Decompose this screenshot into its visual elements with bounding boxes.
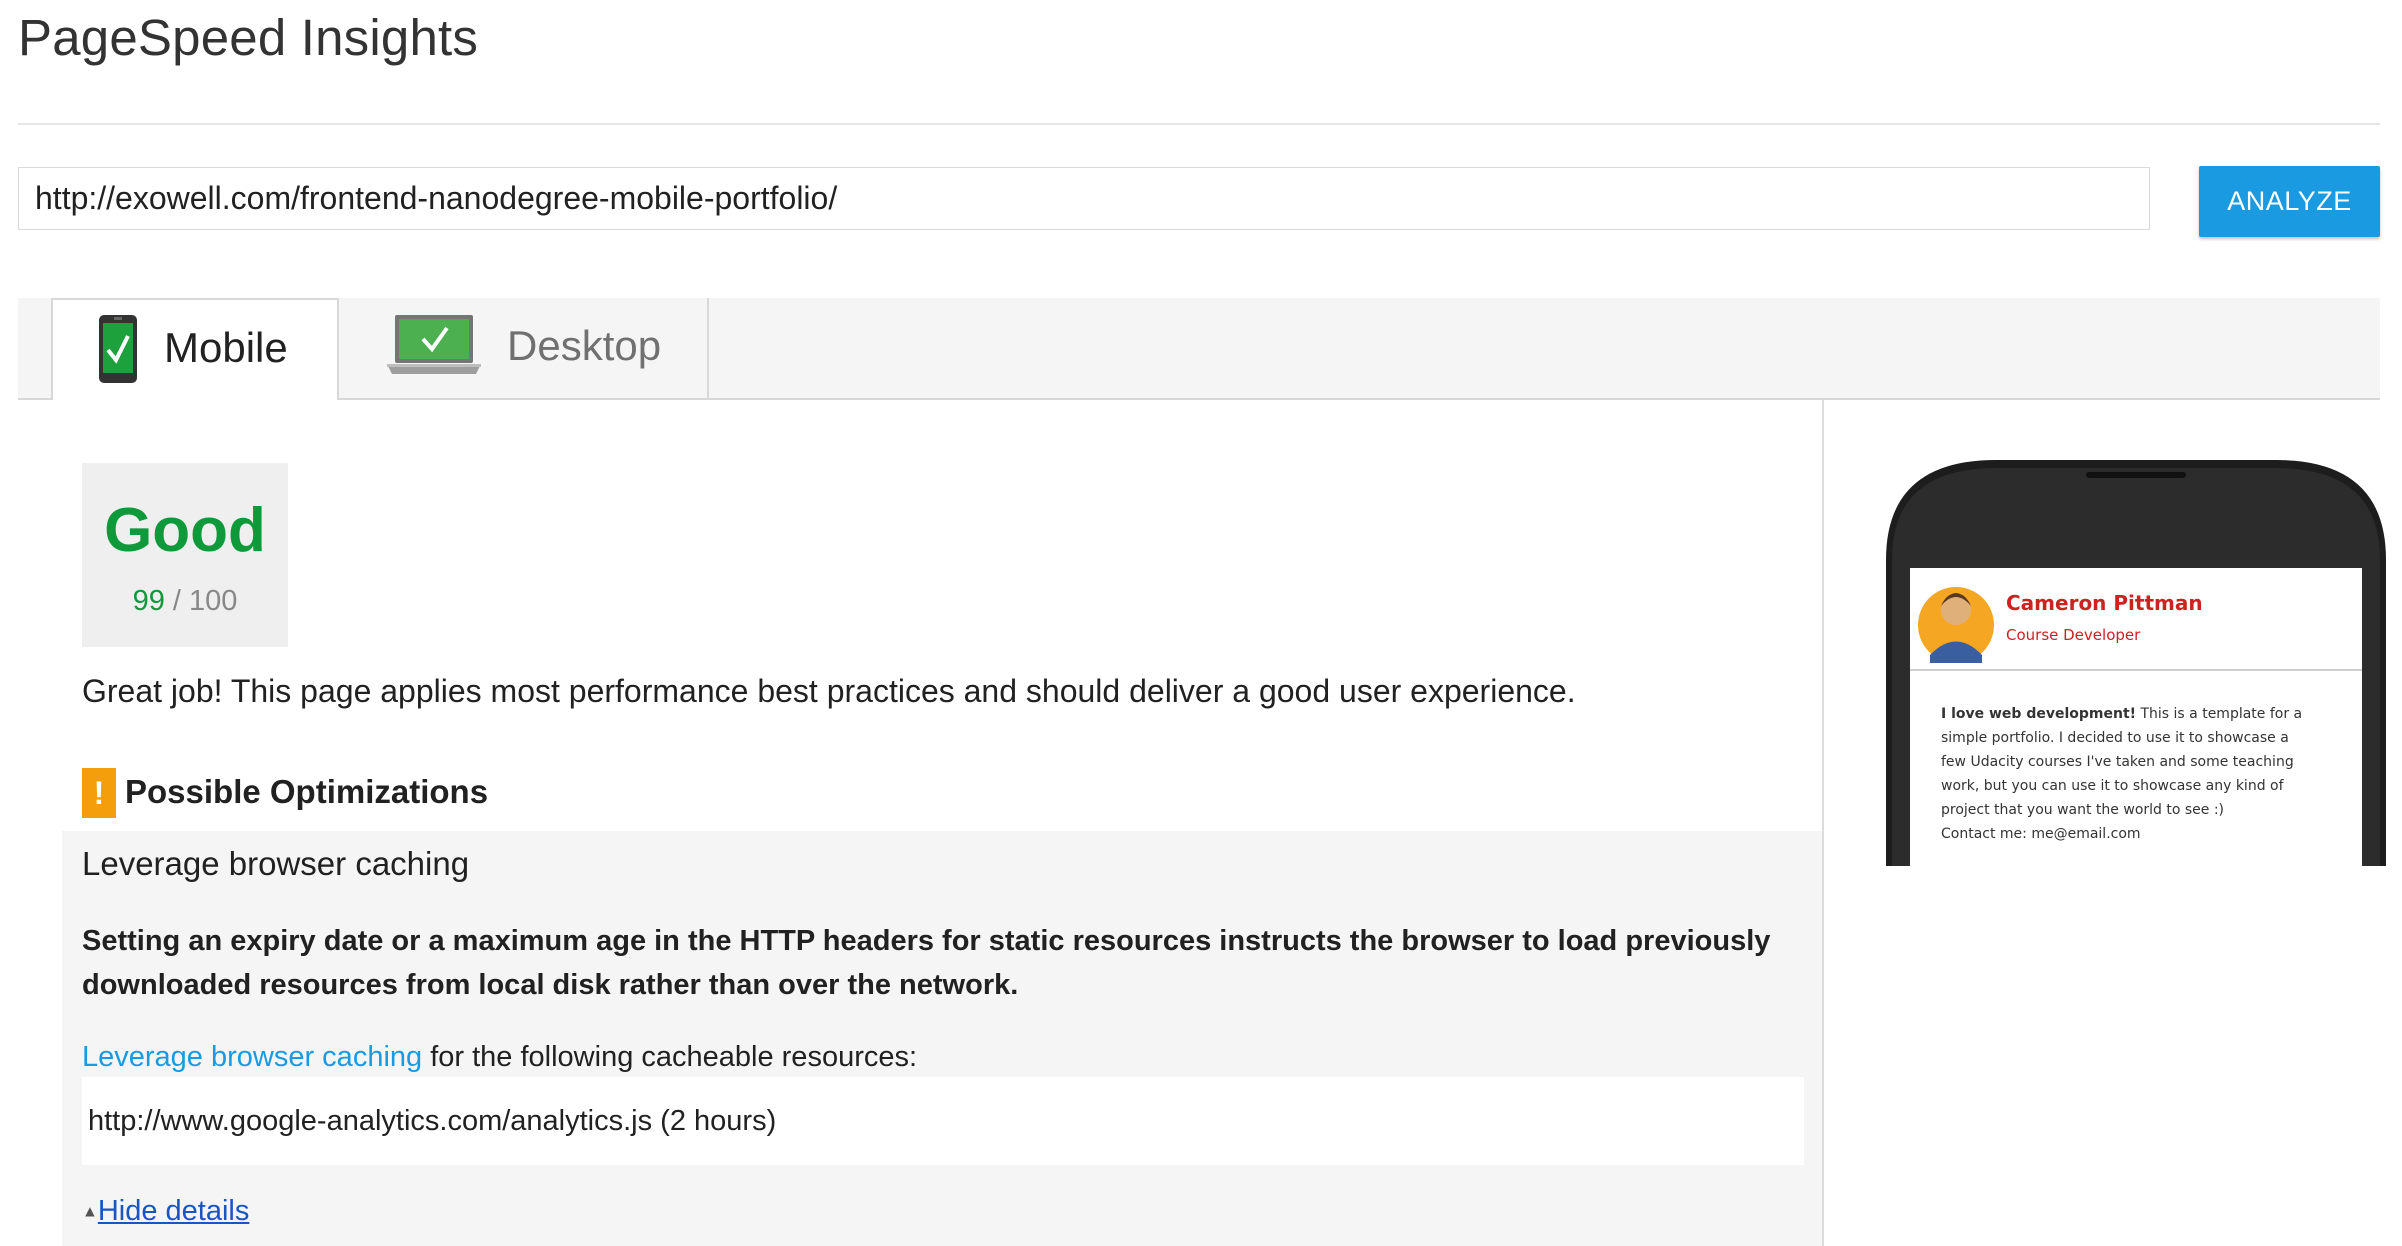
resource-item: http://www.google-analytics.com/analytic…	[88, 1105, 777, 1137]
hide-details-link[interactable]: Hide details	[98, 1195, 250, 1227]
desktop-check-icon	[387, 315, 481, 374]
score-value: 99 / 100	[82, 585, 288, 618]
rule-panel: Leverage browser caching Setting an expi…	[62, 831, 1822, 1246]
summary-text: Great job! This page applies most perfor…	[82, 673, 1576, 709]
preview-bio-line-5: project that you want the world to see :…	[1941, 802, 2224, 818]
tab-desktop-label: Desktop	[507, 322, 662, 369]
rule-description: Setting an expiry date or a maximum age …	[82, 925, 1771, 1001]
score-card: Good 99 / 100	[82, 463, 288, 647]
score-rating: Good	[104, 496, 266, 565]
resource-list: http://www.google-analytics.com/analytic…	[82, 1077, 1804, 1165]
content-divider	[1822, 400, 1824, 1246]
page-title: PageSpeed Insights	[18, 9, 479, 66]
preview-bio-line-4: work, but you can use it to showcase any…	[1941, 778, 2285, 794]
analyze-button[interactable]: ANALYZE	[2199, 166, 2380, 237]
preview-bio-line-1: I love web development! This is a templa…	[1941, 706, 2302, 722]
preview-name: Cameron Pittman	[2006, 591, 2203, 615]
warning-icon: !	[82, 768, 116, 818]
mobile-check-icon	[99, 315, 137, 383]
tab-mobile-label: Mobile	[164, 324, 288, 371]
url-input[interactable]	[18, 167, 2150, 230]
triangle-up-icon: ▲	[82, 1203, 98, 1221]
preview-contact: Contact me: me@email.com	[1941, 826, 2141, 842]
header-divider	[18, 123, 2380, 125]
score-number: 99	[132, 585, 165, 617]
score-max: / 100	[172, 585, 238, 617]
preview-bio-line-3: few Udacity courses I've taken and some …	[1941, 754, 2294, 770]
phone-preview: Cameron Pittman Course Developer I love …	[1886, 460, 2386, 866]
tab-mobile[interactable]: Mobile	[51, 298, 339, 400]
rule-name[interactable]: Leverage browser caching	[82, 845, 469, 883]
avatar	[1918, 587, 1994, 663]
device-tabs: Mobile Desktop	[18, 298, 2380, 400]
rule-line-text: for the following cacheable resources:	[422, 1041, 918, 1073]
preview-bio-bold: I love web development!	[1941, 706, 2136, 722]
hide-details[interactable]: ▲Hide details	[82, 1195, 249, 1228]
preview-role: Course Developer	[2006, 626, 2141, 644]
preview-bio-text-1: This is a template for a	[2136, 706, 2302, 722]
rule-resource-line: Leverage browser caching for the followi…	[82, 1041, 917, 1074]
optimizations-heading: Possible Optimizations	[125, 773, 489, 810]
rule-help-link[interactable]: Leverage browser caching	[82, 1041, 422, 1073]
preview-bio-line-2: simple portfolio. I decided to use it to…	[1941, 730, 2289, 746]
tab-desktop[interactable]: Desktop	[339, 298, 709, 398]
